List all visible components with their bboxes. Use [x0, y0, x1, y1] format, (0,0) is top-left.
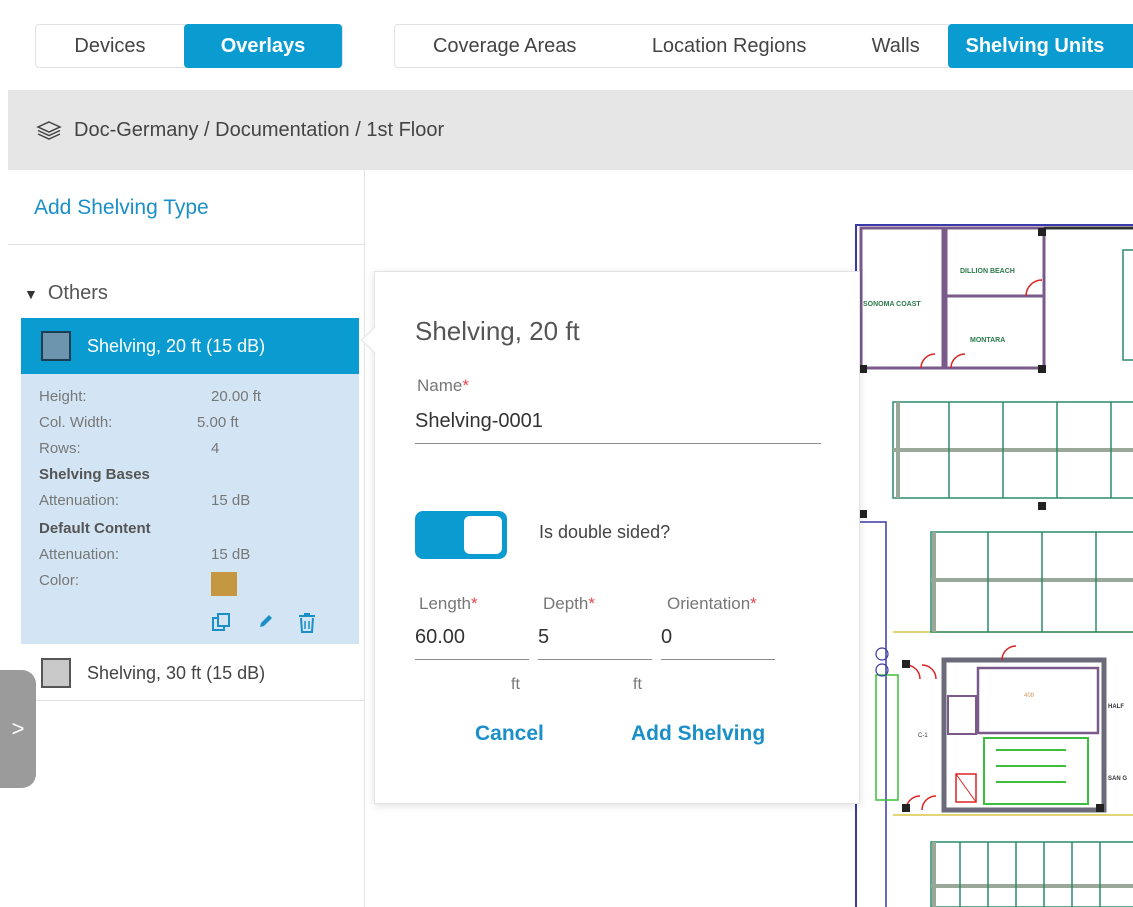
detail-label: Rows: — [39, 440, 81, 457]
room-label: MONTARA — [970, 337, 1005, 344]
detail-value: 15 dB — [211, 492, 251, 509]
detail-label: Height: — [39, 388, 87, 405]
orientation-input[interactable] — [661, 626, 775, 660]
layers-icon — [36, 121, 62, 140]
length-input[interactable] — [415, 626, 529, 660]
shelving-type-item[interactable]: Shelving, 30 ft (15 dB) — [21, 646, 359, 700]
shelving-types-sidebar: Add Shelving Type ▼ Others Shelving, 20 … — [8, 170, 365, 907]
tab-coverage-areas[interactable]: Coverage Areas — [395, 24, 614, 68]
tab-devices[interactable]: Devices — [36, 24, 184, 68]
detail-value: 20.00 ft — [211, 388, 262, 405]
breadcrumb-path[interactable]: Doc-Germany / Documentation / 1st Floor — [74, 119, 444, 142]
divider — [8, 244, 364, 245]
detail-value: 5.00 ft — [197, 414, 239, 431]
detail-heading: Default Content — [39, 520, 151, 537]
required-mark: * — [588, 594, 595, 613]
required-mark: * — [750, 594, 757, 613]
tab-location-regions[interactable]: Location Regions — [614, 24, 843, 68]
shelving-type-label: Shelving, 30 ft (15 dB) — [87, 662, 266, 683]
detail-value: 4 — [211, 440, 220, 457]
length-label: Length* — [419, 594, 478, 614]
name-label-text: Name — [417, 376, 463, 395]
expand-panel-handle[interactable]: > — [0, 670, 36, 788]
popover-title: Shelving, 20 ft — [415, 316, 580, 346]
tab-walls[interactable]: Walls — [844, 24, 948, 68]
room-label: 408 — [1024, 693, 1035, 699]
copy-icon[interactable] — [211, 612, 231, 637]
shelving-color-swatch — [211, 572, 237, 596]
chevron-right-icon: > — [11, 716, 25, 741]
toggle-knob — [464, 516, 502, 554]
orientation-label-text: Orientation — [667, 594, 751, 613]
add-shelving-button[interactable]: Add Shelving — [631, 722, 765, 746]
detail-label: Attenuation: — [39, 492, 120, 509]
room-label: SAN G — [1108, 776, 1127, 782]
room-label: SONOMA COAST — [863, 301, 921, 308]
shelving-type-details: Height: 20.00 ft Col. Width: 5.00 ft Row… — [21, 374, 359, 644]
group-label: Others — [47, 282, 108, 304]
required-mark: * — [462, 376, 469, 395]
view-tab-bar: Devices Overlays Coverage Areas Location… — [0, 0, 1133, 88]
view-mode-tabs: Devices Overlays — [35, 24, 343, 68]
shelving-type-label: Shelving, 20 ft (15 dB) — [87, 335, 266, 356]
caret-down-icon: ▼ — [24, 285, 38, 302]
group-header-others[interactable]: ▼ Others — [24, 282, 108, 305]
add-shelving-type-link[interactable]: Add Shelving Type — [34, 196, 209, 220]
breadcrumb: Doc-Germany / Documentation / 1st Floor — [8, 90, 1133, 170]
detail-value: 15 dB — [211, 546, 251, 563]
divider — [8, 700, 364, 701]
tab-overlays[interactable]: Overlays — [184, 24, 342, 68]
color-swatch — [41, 658, 71, 688]
tab-shelving-units[interactable]: Shelving Units — [947, 24, 1133, 68]
double-sided-label: Is double sided? — [539, 522, 671, 542]
depth-label-text: Depth — [543, 594, 589, 613]
depth-input[interactable] — [538, 626, 652, 660]
delete-icon[interactable] — [297, 612, 317, 639]
detail-label: Color: — [39, 572, 80, 589]
detail-label: Attenuation: — [39, 546, 120, 563]
orientation-label: Orientation* — [667, 594, 757, 614]
add-shelving-popover: Shelving, 20 ft Name* Is double sided? L… — [360, 271, 860, 804]
double-sided-toggle[interactable] — [415, 511, 507, 559]
room-label: DILLION BEACH — [960, 268, 1015, 275]
overlay-type-tabs: Coverage Areas Location Regions Walls Sh… — [394, 24, 1133, 68]
edit-icon[interactable] — [257, 612, 275, 635]
length-label-text: Length — [419, 594, 471, 613]
name-label: Name* — [417, 376, 469, 396]
depth-unit: ft — [633, 676, 642, 693]
name-input[interactable] — [415, 410, 821, 444]
depth-label: Depth* — [543, 594, 595, 614]
room-label: HALF — [1108, 704, 1124, 710]
length-unit: ft — [511, 676, 520, 693]
color-swatch — [41, 331, 71, 361]
room-label: C-1 — [918, 733, 928, 739]
cancel-button[interactable]: Cancel — [475, 722, 544, 746]
required-mark: * — [471, 594, 478, 613]
detail-heading: Shelving Bases — [39, 466, 150, 483]
detail-label: Col. Width: — [39, 414, 113, 431]
shelving-type-item-selected[interactable]: Shelving, 20 ft (15 dB) — [21, 318, 359, 374]
